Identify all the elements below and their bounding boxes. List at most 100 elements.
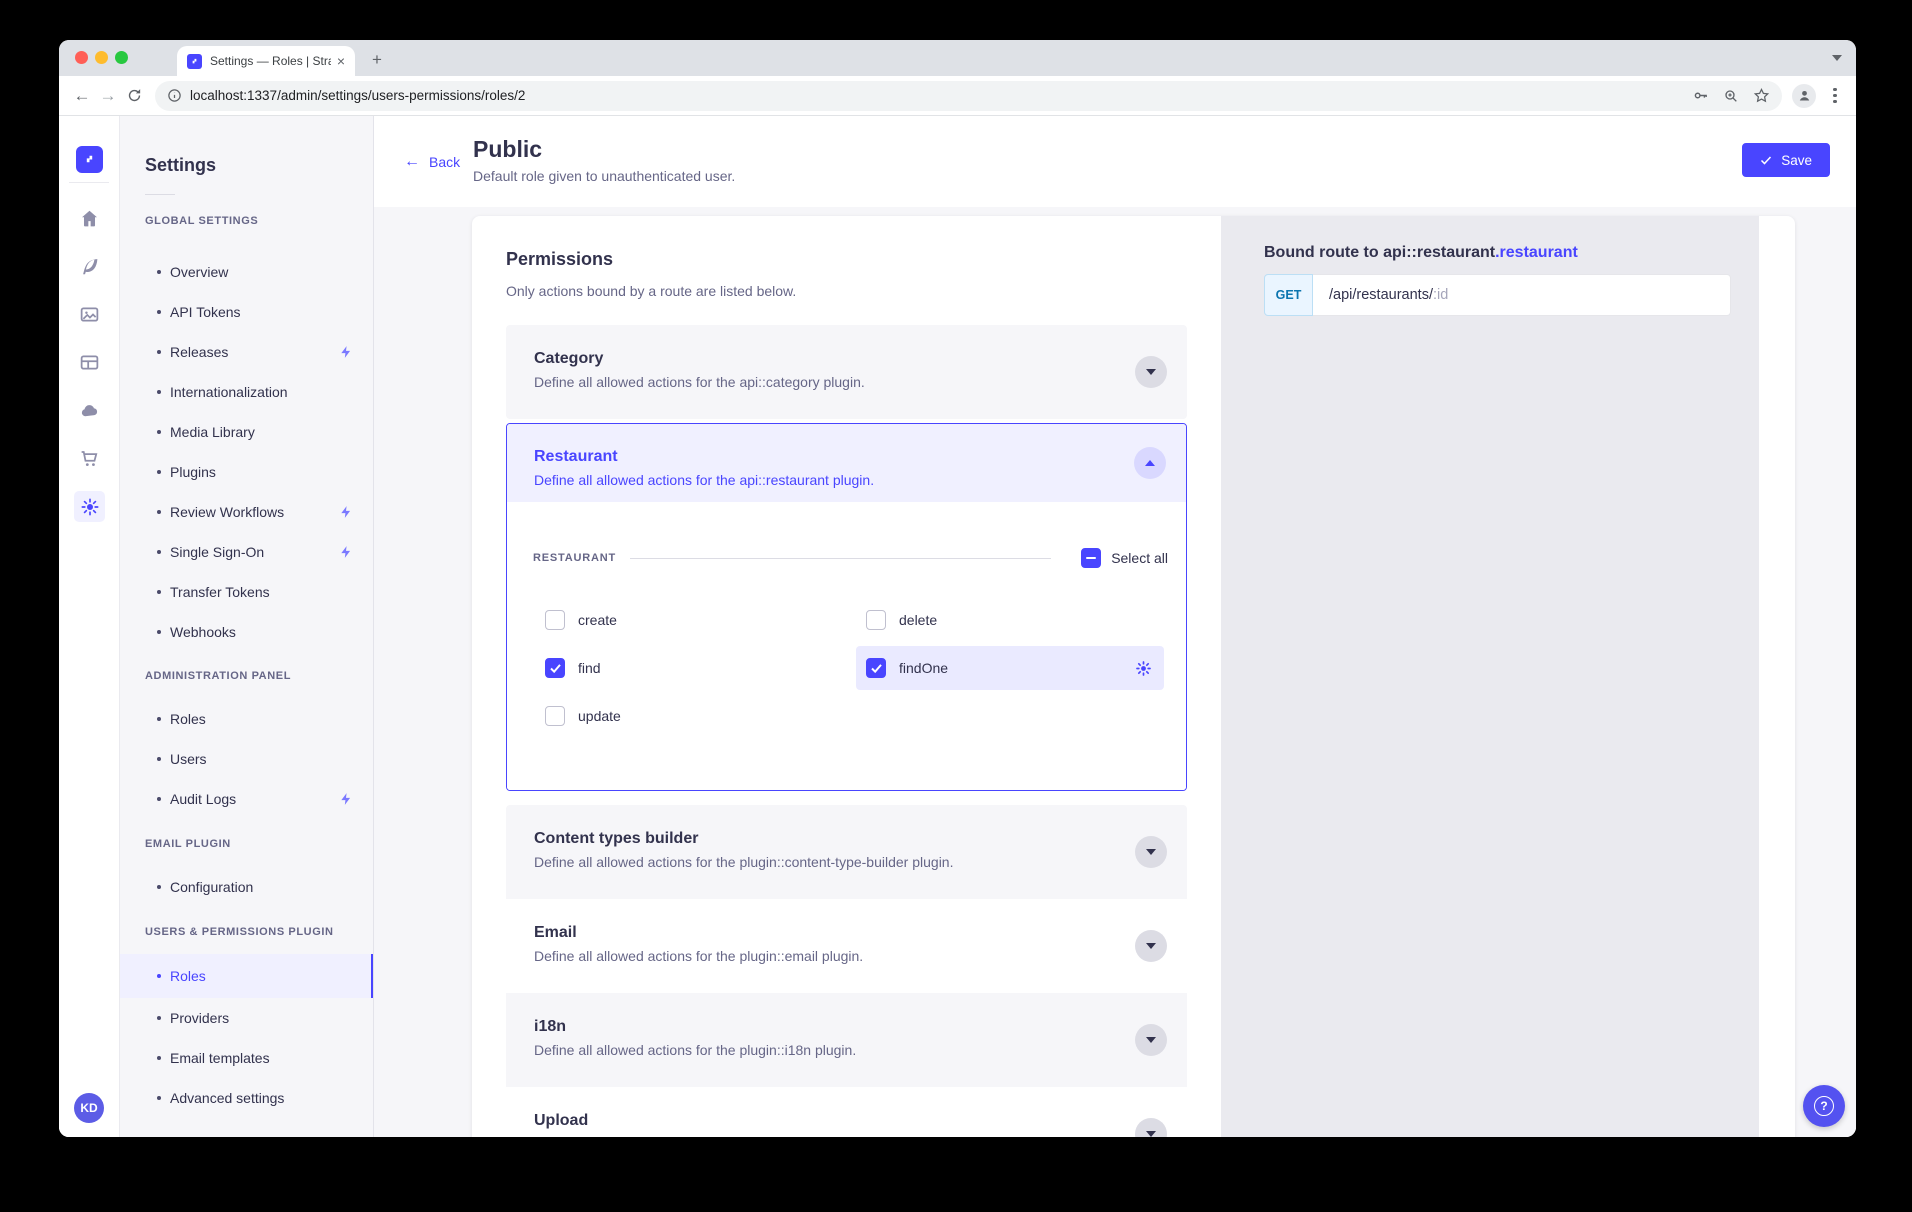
- marketplace-cart-icon[interactable]: [79, 448, 100, 469]
- accordion-upload[interactable]: Upload: [506, 1087, 1187, 1137]
- window-close-button[interactable]: [75, 51, 88, 64]
- sidebar-item-single-sign-on[interactable]: Single Sign-On: [120, 532, 373, 572]
- checkbox-update[interactable]: [545, 706, 565, 726]
- accordion-title: Email: [534, 924, 1187, 942]
- content-scroll-area[interactable]: Permissions Only actions bound by a rout…: [374, 207, 1856, 1137]
- group-label: RESTAURANT: [533, 552, 616, 564]
- main-area: ←Back Public Default role given to unaut…: [374, 116, 1856, 1137]
- route-row: GET /api/restaurants/:id: [1264, 274, 1731, 316]
- tab-search-icon[interactable]: [1832, 55, 1842, 61]
- forward-nav-icon[interactable]: →: [95, 83, 121, 109]
- checkbox-delete[interactable]: [866, 610, 886, 630]
- sidebar-item-configuration[interactable]: Configuration: [120, 867, 373, 907]
- back-link[interactable]: ←Back: [404, 153, 460, 171]
- sidebar-item-internationalization[interactable]: Internationalization: [120, 372, 373, 412]
- browser-tab[interactable]: Settings — Roles | Strapi ×: [177, 46, 355, 76]
- save-button[interactable]: Save: [1742, 143, 1830, 177]
- zoom-page-icon[interactable]: [1723, 88, 1739, 104]
- permission-delete[interactable]: delete: [856, 598, 1164, 642]
- help-button[interactable]: ?: [1803, 1085, 1845, 1127]
- home-icon[interactable]: [79, 208, 100, 229]
- sidebar-item-admin-roles[interactable]: Roles: [120, 699, 373, 739]
- accordion-restaurant-header[interactable]: Restaurant Define all allowed actions fo…: [507, 424, 1186, 502]
- bound-route-entity: .restaurant: [1495, 244, 1578, 261]
- tab-close-icon[interactable]: ×: [337, 53, 345, 69]
- http-method-badge: GET: [1264, 274, 1313, 316]
- checkbox-create[interactable]: [545, 610, 565, 630]
- permission-find[interactable]: find: [535, 646, 835, 690]
- accordion-description: Define all allowed actions for the plugi…: [534, 948, 1187, 964]
- chevron-down-icon[interactable]: [1135, 836, 1167, 868]
- accordion-restaurant-expanded: Restaurant Define all allowed actions fo…: [506, 423, 1187, 791]
- browser-toolbar: ← → localhost:1337/admin/settings/users-…: [59, 76, 1856, 116]
- accordion-content-types-builder[interactable]: Content types builder Define all allowed…: [506, 805, 1187, 899]
- chevron-down-icon[interactable]: [1135, 1024, 1167, 1056]
- section-global-settings: GLOBAL SETTINGS: [145, 215, 363, 227]
- browser-profile-icon[interactable]: [1792, 84, 1816, 108]
- accordion-title: Restaurant: [534, 448, 1186, 466]
- page-title: Public: [473, 136, 542, 163]
- sidebar-item-webhooks[interactable]: Webhooks: [120, 612, 373, 652]
- permission-group-row: RESTAURANT Select all: [533, 548, 1168, 568]
- site-info-icon[interactable]: [167, 88, 182, 103]
- sidebar-item-media-library[interactable]: Media Library: [120, 412, 373, 452]
- select-all-checkbox[interactable]: [1081, 548, 1101, 568]
- permission-create[interactable]: create: [535, 598, 835, 642]
- sidebar-item-users[interactable]: Users: [120, 739, 373, 779]
- sidebar-item-review-workflows[interactable]: Review Workflows: [120, 492, 373, 532]
- accordion-description: Define all allowed actions for the api::…: [534, 374, 1187, 390]
- checkbox-findone[interactable]: [866, 658, 886, 678]
- sidebar-item-providers[interactable]: Providers: [120, 998, 373, 1038]
- settings-cog-icon[interactable]: [1135, 660, 1152, 677]
- address-bar[interactable]: localhost:1337/admin/settings/users-perm…: [155, 81, 1782, 111]
- permission-update[interactable]: update: [535, 694, 835, 738]
- permissions-title: Permissions: [506, 249, 1187, 270]
- new-tab-button[interactable]: +: [365, 48, 389, 72]
- sidebar-item-transfer-tokens[interactable]: Transfer Tokens: [120, 572, 373, 612]
- url-text[interactable]: localhost:1337/admin/settings/users-perm…: [190, 88, 1678, 103]
- lightning-icon: [339, 792, 353, 806]
- browser-menu-icon[interactable]: [1824, 85, 1846, 107]
- content-manager-icon[interactable]: [79, 256, 100, 277]
- permission-findone[interactable]: findOne: [856, 646, 1164, 690]
- restaurant-permissions-body: RESTAURANT Select all: [507, 502, 1186, 790]
- chevron-down-icon[interactable]: [1135, 356, 1167, 388]
- check-icon: [1760, 154, 1772, 166]
- user-avatar[interactable]: KD: [74, 1093, 104, 1123]
- accordion-category[interactable]: Category Define all allowed actions for …: [506, 325, 1187, 419]
- accordion-title: i18n: [534, 1018, 1187, 1036]
- rail-divider: [69, 182, 109, 183]
- sidebar-item-api-tokens[interactable]: API Tokens: [120, 292, 373, 332]
- content-type-builder-icon[interactable]: [79, 352, 100, 373]
- sidebar-item-advanced-settings[interactable]: Advanced settings: [120, 1078, 373, 1118]
- chevron-up-icon[interactable]: [1134, 447, 1166, 479]
- cloud-icon[interactable]: [79, 400, 100, 421]
- window-zoom-button[interactable]: [115, 51, 128, 64]
- checkbox-find[interactable]: [545, 658, 565, 678]
- strapi-logo[interactable]: [76, 146, 103, 173]
- window-minimize-button[interactable]: [95, 51, 108, 64]
- sidebar-item-releases[interactable]: Releases: [120, 332, 373, 372]
- accordion-i18n[interactable]: i18n Define all allowed actions for the …: [506, 993, 1187, 1087]
- sidebar-item-plugins[interactable]: Plugins: [120, 452, 373, 492]
- sidebar-item-overview[interactable]: Overview: [120, 252, 373, 292]
- sidebar-item-up-roles[interactable]: Roles: [120, 954, 373, 998]
- sidebar-item-audit-logs[interactable]: Audit Logs: [120, 779, 373, 819]
- bookmark-star-icon[interactable]: [1753, 87, 1770, 104]
- sidebar-item-email-templates[interactable]: Email templates: [120, 1038, 373, 1078]
- accordion-description: Define all allowed actions for the plugi…: [534, 854, 1187, 870]
- page-header: ←Back Public Default role given to unaut…: [374, 116, 1856, 207]
- chevron-down-icon[interactable]: [1135, 930, 1167, 962]
- password-key-icon[interactable]: [1692, 87, 1709, 104]
- question-mark-icon: ?: [1814, 1096, 1834, 1116]
- bound-routes-panel: Bound route to api::restaurant.restauran…: [1221, 216, 1759, 1137]
- back-nav-icon[interactable]: ←: [69, 83, 95, 109]
- accordion-email[interactable]: Email Define all allowed actions for the…: [506, 899, 1187, 993]
- tab-title: Settings — Roles | Strapi: [210, 54, 331, 68]
- media-library-icon[interactable]: [79, 304, 100, 325]
- select-all-control[interactable]: Select all: [1081, 548, 1168, 568]
- settings-gear-icon[interactable]: [74, 491, 105, 522]
- reload-icon[interactable]: [121, 83, 147, 109]
- accordion-description: Define all allowed actions for the plugi…: [534, 1042, 1187, 1058]
- route-path: /api/restaurants/:id: [1313, 274, 1731, 316]
